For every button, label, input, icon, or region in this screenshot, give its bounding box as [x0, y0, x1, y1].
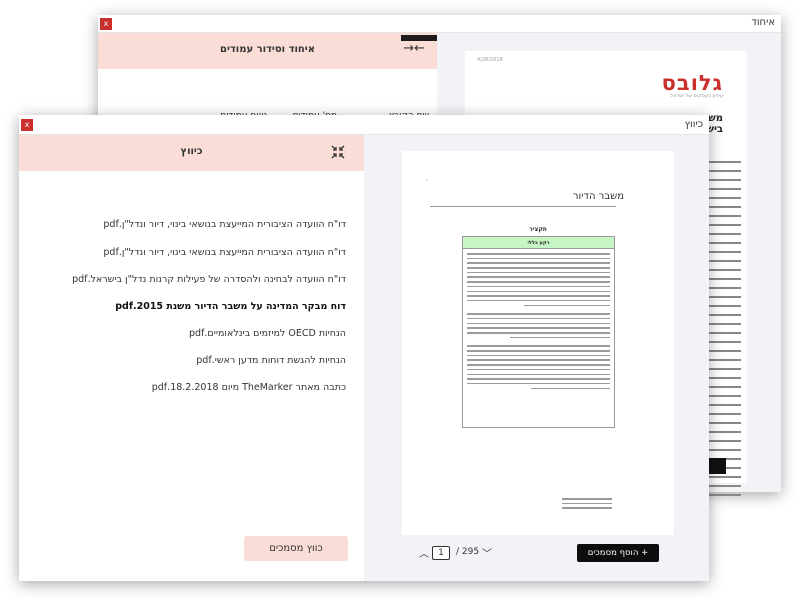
- preview-footer-text: [562, 498, 612, 512]
- file-list-item[interactable]: הנחיות להגשת דוחות מדען ראשי.pdf: [196, 355, 346, 366]
- merge-window-title: איחוד: [751, 17, 775, 28]
- file-list-item[interactable]: דו"ח הוועדה לבחינה ולהסדרה של פעילות קרנ…: [72, 274, 346, 285]
- merge-panel-header: איחוד וסידור עמודים →←: [98, 33, 437, 69]
- merge-add-button[interactable]: [708, 458, 726, 474]
- merge-window-close-button[interactable]: x: [100, 18, 112, 30]
- merge-arrows-icon[interactable]: →←: [403, 41, 425, 56]
- compress-window-title: כיווץ: [684, 119, 703, 130]
- page-number-input[interactable]: 1: [432, 546, 450, 560]
- chevron-up-icon[interactable]: ︿: [419, 545, 429, 560]
- file-list-item-selected[interactable]: דוח מבקר המדינה על משבר הדיור משנת 2015.…: [115, 301, 346, 312]
- preview-doc-title: משבר הדיור: [572, 191, 624, 202]
- file-list-item[interactable]: כתבה מאתר TheMarker מיום 18.2.2018.pdf: [152, 382, 346, 393]
- file-list-item[interactable]: דו"ח הוועדה הציבורית המייעצת בנושאי בינו…: [103, 247, 346, 258]
- preview-summary-box: רקע כללי: [462, 236, 615, 428]
- preview-date: 4/28/2018: [477, 57, 503, 63]
- compress-panel-title: כיווץ: [180, 146, 203, 157]
- merge-window-titlebar: x איחוד: [98, 15, 781, 33]
- compress-panel: כיווץ דו"ח הוועדה הציבורית המייעצת בנושא…: [19, 135, 364, 581]
- globes-logo: גלובס: [661, 71, 723, 95]
- file-list-item[interactable]: דו"ח הוועדה הציבורית המייעצת בנושאי בינו…: [103, 219, 346, 230]
- compress-arrows-icon[interactable]: [331, 145, 345, 159]
- compress-preview-page: ' משבר הדיור תקציר רקע כללי: [402, 151, 674, 535]
- file-list-item[interactable]: הנחיות OECD למיזמים בינלאומיים.pdf: [189, 328, 346, 339]
- compress-documents-button[interactable]: כווץ מסמכים: [244, 536, 348, 561]
- compress-panel-header: כיווץ: [19, 135, 364, 171]
- preview-box-header: רקע כללי: [463, 237, 614, 249]
- add-documents-button[interactable]: + הוסף מסמכים: [577, 544, 659, 562]
- compress-window-close-button[interactable]: x: [21, 119, 33, 131]
- preview-doc-subtitle: תקציר: [529, 226, 547, 233]
- compress-window: x כיווץ כיווץ דו"ח הוועדה הציבורית המייע…: [19, 115, 709, 581]
- page-total: / 295: [456, 547, 480, 557]
- preview-box-text: [463, 249, 614, 390]
- preview-title-rule: [430, 206, 616, 207]
- chevron-down-icon[interactable]: ﹀: [482, 545, 492, 560]
- preview-page-mark: ': [426, 179, 428, 186]
- globes-tagline: עיתון העסקים של ישראל: [670, 93, 723, 99]
- compress-window-titlebar: x כיווץ: [19, 115, 709, 135]
- merge-panel-title: איחוד וסידור עמודים: [220, 44, 315, 55]
